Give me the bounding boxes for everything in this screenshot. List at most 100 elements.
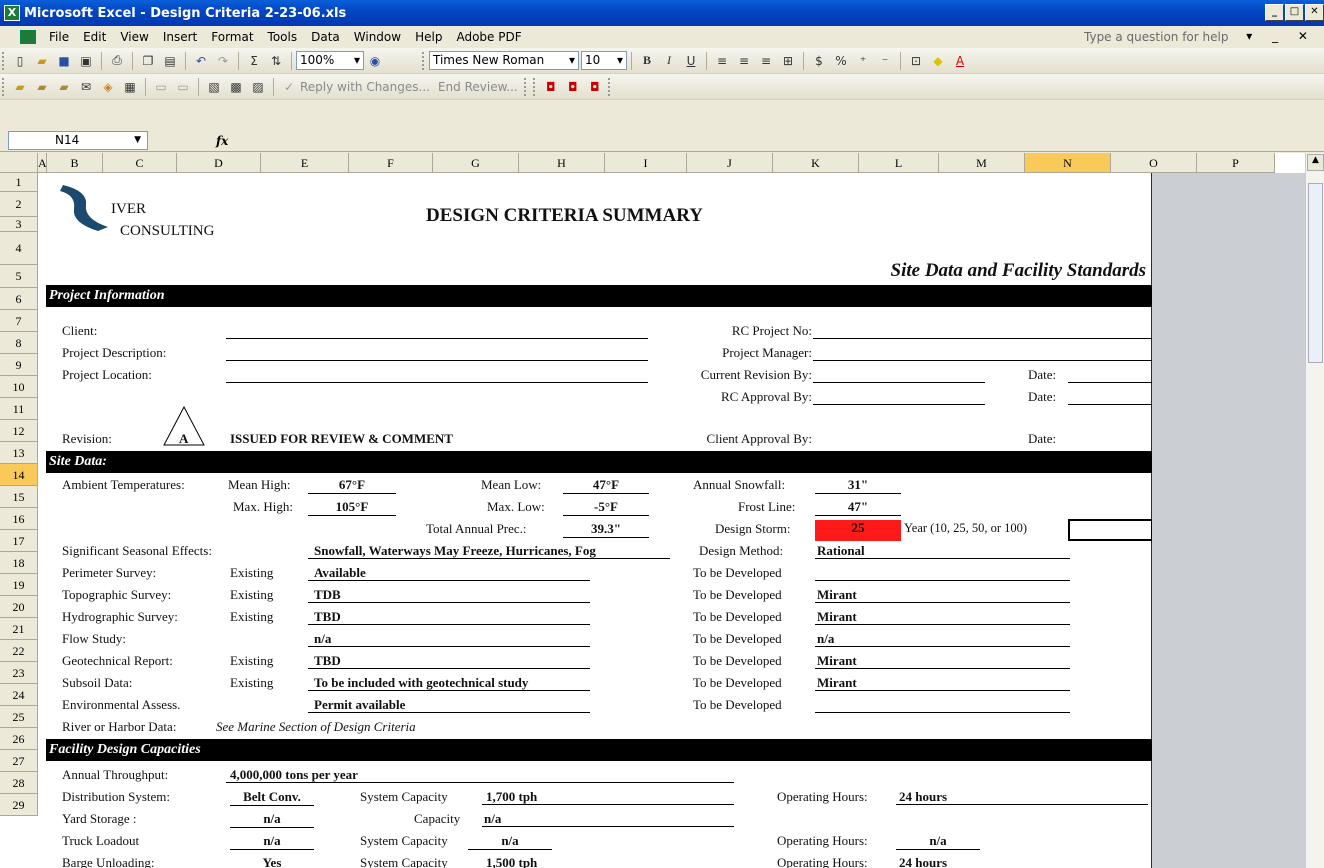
survey-value-field[interactable] — [308, 677, 590, 691]
toolbar-grip[interactable] — [607, 77, 611, 96]
copy-icon[interactable]: ❐ — [138, 51, 158, 71]
row-header-11[interactable]: 11 — [0, 398, 38, 420]
value-truck-loadout[interactable]: n/a — [230, 833, 314, 850]
save-icon[interactable]: ■ — [54, 51, 74, 71]
row-header-13[interactable]: 13 — [0, 442, 38, 464]
column-header-i[interactable]: I — [605, 153, 687, 173]
field-current-revision-by[interactable] — [813, 369, 985, 383]
increase-decimal-icon[interactable]: ⁺ — [853, 51, 873, 71]
ask-question-input[interactable]: Type a question for help — [1084, 30, 1254, 46]
row-header-2[interactable]: 2 — [0, 192, 38, 217]
fill-color-icon[interactable]: ◆ — [928, 51, 948, 71]
pdf-review-icon[interactable]: ◘ — [585, 77, 605, 97]
hide-comment-icon[interactable]: ▭ — [173, 77, 193, 97]
row-header-7[interactable]: 7 — [0, 310, 38, 332]
survey-value-field[interactable] — [308, 567, 590, 581]
research-icon[interactable]: ▧ — [204, 77, 224, 97]
survey-developer-field[interactable] — [815, 589, 1070, 603]
row-header-28[interactable]: 28 — [0, 772, 38, 794]
row-header-26[interactable]: 26 — [0, 728, 38, 750]
maximize-button[interactable]: □ — [1285, 4, 1304, 21]
row-header-27[interactable]: 27 — [0, 750, 38, 772]
row-header-15[interactable]: 15 — [0, 486, 38, 508]
workbook-icon[interactable] — [20, 30, 36, 44]
new-comment-icon[interactable]: ▰ — [32, 77, 52, 97]
font-size-select[interactable]: 10 ▾ — [581, 51, 627, 70]
menu-insert[interactable]: Insert — [156, 30, 204, 44]
toolbar-grip[interactable] — [2, 77, 5, 96]
value-max-high[interactable]: 105°F — [308, 499, 396, 516]
vertical-scrollbar[interactable]: ▲ — [1305, 153, 1324, 868]
column-header-d[interactable]: D — [177, 153, 261, 173]
column-header-p[interactable]: P — [1197, 153, 1275, 173]
font-color-icon[interactable]: A — [950, 51, 970, 71]
row-header-14[interactable]: 14 — [0, 464, 38, 486]
value-annual-snowfall[interactable]: 31" — [815, 477, 901, 494]
value-design-storm[interactable]: 25 — [815, 520, 901, 541]
permission-icon[interactable]: ▣ — [76, 51, 96, 71]
field-date[interactable] — [1068, 369, 1152, 383]
track-changes-icon[interactable]: ▦ — [120, 77, 140, 97]
survey-developer-field[interactable] — [815, 567, 1070, 581]
minimize-button[interactable]: _ — [1265, 4, 1284, 21]
align-center-icon[interactable]: ≡ — [734, 51, 754, 71]
field-annual-throughput[interactable] — [226, 769, 734, 783]
value-truck-hours[interactable]: n/a — [896, 833, 980, 850]
menu-edit[interactable]: Edit — [76, 30, 113, 44]
row-header-17[interactable]: 17 — [0, 530, 38, 552]
value-barge-unloading[interactable]: Yes — [230, 855, 314, 868]
survey-developer-field[interactable] — [815, 699, 1070, 713]
survey-developer-field[interactable] — [815, 677, 1070, 691]
field-project-description[interactable] — [226, 347, 648, 361]
menu-file[interactable]: File — [42, 30, 76, 44]
field-system-capacity[interactable] — [482, 791, 734, 805]
value-yard-storage[interactable]: n/a — [230, 811, 314, 828]
row-header-6[interactable]: 6 — [0, 288, 38, 310]
row-header-12[interactable]: 12 — [0, 420, 38, 442]
bold-icon[interactable]: B — [637, 51, 657, 71]
pdf-icon[interactable]: ◘ — [541, 77, 561, 97]
row-header-18[interactable]: 18 — [0, 552, 38, 574]
row-header-21[interactable]: 21 — [0, 618, 38, 640]
font-select[interactable]: Times New Roman ▾ — [429, 51, 579, 70]
field-rc-project-no[interactable] — [813, 325, 1152, 339]
row-header-25[interactable]: 25 — [0, 706, 38, 728]
menu-tools[interactable]: Tools — [261, 30, 305, 44]
column-header-l[interactable]: L — [859, 153, 939, 173]
new-icon[interactable]: ▯ — [10, 51, 30, 71]
zoom-select[interactable]: 100% ▾ — [296, 51, 364, 70]
field-rc-approval-by[interactable] — [813, 391, 985, 405]
row-header-23[interactable]: 23 — [0, 662, 38, 684]
menu-view[interactable]: View — [113, 30, 155, 44]
field-yard-capacity[interactable] — [482, 813, 734, 827]
column-header-c[interactable]: C — [103, 153, 177, 173]
active-cell-n14[interactable] — [1068, 519, 1153, 541]
percent-icon[interactable]: % — [831, 51, 851, 71]
column-header-n[interactable]: N — [1025, 153, 1111, 173]
delete-comment-icon[interactable]: ▭ — [151, 77, 171, 97]
undo-icon[interactable]: ↶ — [191, 51, 211, 71]
pdf-mail-icon[interactable]: ◘ — [563, 77, 583, 97]
envelope-icon[interactable]: ✉ — [76, 77, 96, 97]
select-all-corner[interactable] — [0, 153, 38, 173]
decrease-decimal-icon[interactable]: ⁻ — [875, 51, 895, 71]
value-total-annual-prec[interactable]: 39.3" — [563, 521, 649, 538]
field-design-method[interactable] — [815, 545, 1070, 559]
sort-ascending-icon[interactable]: ⇅ — [266, 51, 286, 71]
row-header-9[interactable]: 9 — [0, 354, 38, 376]
row-header-10[interactable]: 10 — [0, 376, 38, 398]
row-header-4[interactable]: 4 — [0, 232, 38, 265]
menu-data[interactable]: Data — [304, 30, 347, 44]
row-header-29[interactable]: 29 — [0, 794, 38, 816]
row-header-20[interactable]: 20 — [0, 596, 38, 618]
row-header-24[interactable]: 24 — [0, 684, 38, 706]
formula-input[interactable] — [228, 131, 1324, 150]
menu-adobe-pdf[interactable]: Adobe PDF — [449, 30, 528, 44]
field-project-manager[interactable] — [813, 347, 1152, 361]
reply-icon[interactable]: ✓ — [279, 77, 299, 97]
column-header-a[interactable]: A — [38, 153, 47, 173]
value-max-low[interactable]: -5°F — [563, 499, 649, 516]
align-left-icon[interactable]: ≡ — [712, 51, 732, 71]
close-button[interactable]: ✕ — [1305, 4, 1324, 21]
survey-value-field[interactable] — [308, 633, 590, 647]
